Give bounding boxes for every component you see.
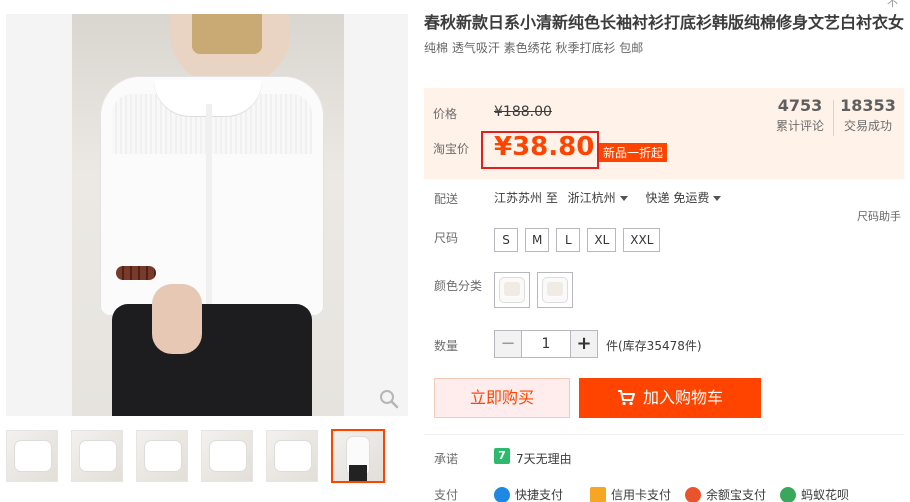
increment-button[interactable]: + — [570, 330, 598, 358]
ship-to-selector[interactable]: 浙江杭州 — [568, 191, 628, 205]
seven-day-return-icon: 7 — [494, 448, 510, 464]
quantity-input[interactable]: 1 — [522, 330, 570, 358]
section-divider — [424, 434, 904, 435]
payment-method[interactable]: 快捷支付 — [494, 486, 563, 502]
hand-graphic — [152, 284, 202, 354]
ship-from: 江苏苏州 至 — [494, 191, 558, 205]
bracelet-graphic — [116, 266, 156, 280]
color-options — [494, 272, 573, 308]
stock-text: 件(库存35478件) — [606, 339, 702, 353]
product-title: 春秋新款日系小清新纯色长袖衬衫打底衫韩版纯棉修身文艺白衬衣女 — [424, 13, 905, 32]
huabei-icon — [780, 486, 796, 502]
ship-method: 快递 免运费 — [645, 191, 710, 205]
ship-to: 浙江杭州 — [567, 191, 616, 205]
phone-graphic — [192, 14, 262, 54]
chevron-down-icon — [713, 196, 722, 201]
payment-method-label: 信用卡支付 — [611, 488, 672, 502]
promo-price-label: 淘宝价 — [433, 142, 470, 156]
payment-method-label: 蚂蚁花呗 — [801, 488, 850, 502]
size-options: S M L XL XXL — [494, 228, 661, 252]
reviews-label: 累计评论 — [775, 119, 824, 133]
promise-text[interactable]: 7天无理由 — [516, 450, 572, 467]
sales-label: 交易成功 — [843, 119, 892, 133]
promise-label: 承诺 — [434, 452, 459, 466]
color-option[interactable] — [494, 272, 530, 308]
payment-label: 支付 — [434, 488, 459, 502]
shipping-info: 江苏苏州 至 浙江杭州 快递 免运费 — [494, 189, 722, 206]
cart-icon — [617, 390, 635, 406]
zoom-icon[interactable] — [378, 388, 400, 410]
size-helper-link[interactable]: 尺码助手 — [857, 208, 901, 224]
thumbnail[interactable] — [71, 430, 123, 482]
thumbnail[interactable] — [201, 430, 253, 482]
payment-method[interactable]: 余额宝支付 — [685, 486, 766, 502]
product-subtitle: 纯棉 透气吸汗 素色绣花 秋季打底衫 包邮 — [424, 41, 644, 55]
reviews-stat[interactable]: 4753 累计评论 — [768, 96, 832, 134]
thumbnail[interactable] — [136, 430, 188, 482]
chevron-down-icon — [619, 196, 628, 201]
size-option[interactable]: L — [556, 228, 581, 252]
add-to-cart-label: 加入购物车 — [642, 388, 723, 407]
quick-pay-icon — [494, 486, 510, 502]
product-info: 春秋新款日系小清新纯色长袖衬衫打底衫韩版纯棉修身文艺白衬衣女 纯棉 透气吸汗 素… — [424, 12, 904, 56]
pants-graphic — [112, 304, 312, 416]
thumbnail[interactable] — [266, 430, 318, 482]
top-fragment-text: 不 — [887, 0, 898, 9]
sales-count: 18353 — [840, 96, 896, 115]
size-label: 尺码 — [434, 231, 459, 245]
placket-graphic — [206, 104, 212, 304]
payment-method-label: 快捷支付 — [515, 488, 564, 502]
size-option[interactable]: XL — [587, 228, 617, 252]
color-option[interactable] — [537, 272, 573, 308]
payment-method[interactable]: 信用卡支付 — [590, 486, 671, 502]
main-product-image[interactable] — [6, 14, 408, 416]
thumbnail[interactable] — [6, 430, 58, 482]
model-photo — [72, 14, 344, 416]
stat-divider — [833, 100, 834, 136]
shipping-label: 配送 — [434, 192, 459, 206]
add-to-cart-button[interactable]: 加入购物车 — [579, 378, 761, 418]
price-label: 价格 — [433, 107, 458, 121]
promo-tag: 新品一折起 — [599, 143, 668, 162]
ship-method-selector[interactable]: 快递 免运费 — [646, 191, 722, 205]
color-label: 颜色分类 — [434, 279, 483, 293]
promo-price: ¥38.80 — [494, 132, 595, 162]
price-panel: 价格 ¥188.00 淘宝价 ¥38.80 新品一折起 4753 累计评论 18… — [424, 88, 904, 179]
size-option[interactable]: M — [525, 228, 550, 252]
thumbnail-strip — [6, 429, 385, 483]
reviews-count: 4753 — [777, 96, 823, 115]
thumbnail-active[interactable] — [331, 429, 385, 483]
size-option[interactable]: XXL — [623, 228, 661, 252]
yuebao-icon — [685, 486, 701, 502]
original-price: ¥188.00 — [494, 104, 552, 120]
quantity-stepper: − 1 + — [494, 330, 598, 358]
decrement-button[interactable]: − — [494, 330, 522, 358]
buy-now-button[interactable]: 立即购买 — [434, 378, 570, 418]
payment-method[interactable]: 蚂蚁花呗 — [780, 486, 849, 502]
payment-method-label: 余额宝支付 — [706, 488, 767, 502]
quantity-label: 数量 — [434, 339, 459, 353]
credit-card-icon — [590, 486, 606, 502]
size-option[interactable]: S — [494, 228, 518, 252]
sales-stat: 18353 交易成功 — [836, 96, 900, 134]
